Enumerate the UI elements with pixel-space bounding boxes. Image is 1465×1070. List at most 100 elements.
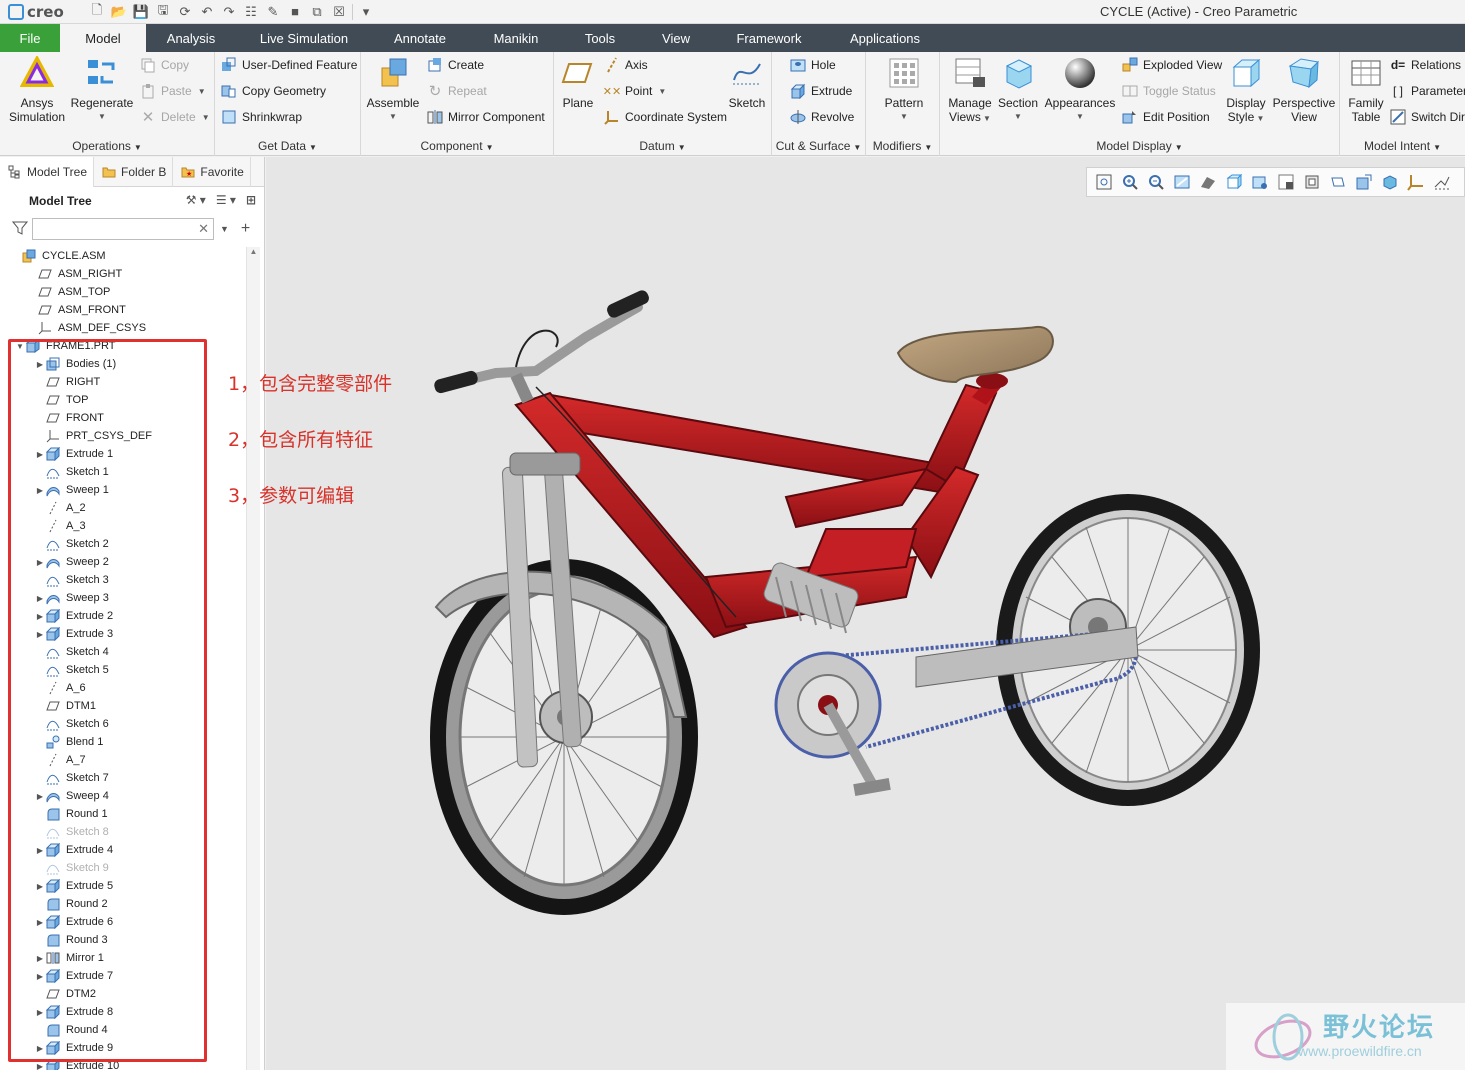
model-intent-group-label[interactable]: Model Intent ▼: [1340, 139, 1465, 153]
model-tree-toggle-icon[interactable]: ☷: [240, 2, 262, 22]
assemble-button[interactable]: Assemble ▼: [365, 56, 421, 124]
manage-views-label-views: Views: [949, 110, 981, 124]
search-dropdown-icon[interactable]: ▼: [220, 224, 229, 234]
delete-button[interactable]: ✕ Delete ▼: [140, 107, 210, 127]
tab-manikin[interactable]: Manikin: [468, 24, 564, 52]
component-group-label[interactable]: Component ▼: [361, 139, 553, 153]
tab-favorites[interactable]: ★ Favorite: [173, 156, 251, 187]
regenerate-dropdown-icon[interactable]: ▼: [98, 110, 106, 124]
cut-surface-group-label[interactable]: Cut & Surface ▼: [772, 139, 865, 153]
close-window-icon[interactable]: ☒: [328, 2, 350, 22]
show-options-icon[interactable]: ☰ ▾: [216, 193, 236, 207]
modifiers-group-label[interactable]: Modifiers ▼: [866, 139, 939, 153]
ansys-simulation-button[interactable]: Ansys Simulation: [6, 56, 68, 124]
edit-position-button[interactable]: Edit Position: [1122, 107, 1210, 127]
add-filter-icon[interactable]: +: [241, 220, 250, 238]
assemble-dropdown-icon[interactable]: ▼: [389, 110, 397, 124]
tree-node[interactable]: ASM_FRONT: [0, 301, 244, 319]
tab-folder-browser[interactable]: Folder B: [94, 156, 174, 187]
toggle-status-button[interactable]: Toggle Status: [1122, 81, 1216, 101]
graphics-area[interactable]: 1，包含完整零部件 2，包含所有特征 3，参数可编辑: [228, 157, 1465, 1070]
tab-live-simulation[interactable]: Live Simulation: [236, 24, 372, 52]
display-style-button[interactable]: Display Style ▼: [1222, 56, 1270, 126]
model-tree-search-input[interactable]: [33, 219, 193, 239]
switch-dimensions-button[interactable]: Switch Dir: [1390, 107, 1465, 127]
folder-icon: [102, 165, 116, 179]
pattern-dropdown-icon[interactable]: ▼: [900, 110, 908, 124]
open-folder-icon[interactable]: 📂: [108, 2, 130, 22]
appearances-dropdown-icon[interactable]: ▼: [1076, 110, 1084, 124]
copy-geometry-button[interactable]: Copy Geometry: [221, 81, 326, 101]
paste-button[interactable]: Paste ▼: [140, 81, 206, 101]
parameters-button[interactable]: [ ] Parameter: [1390, 81, 1465, 101]
tab-annotate[interactable]: Annotate: [372, 24, 468, 52]
get-data-group-label[interactable]: Get Data ▼: [215, 139, 360, 153]
perspective-view-button[interactable]: Perspective View: [1270, 56, 1338, 124]
bicycle-model[interactable]: [266, 157, 1465, 1070]
shrinkwrap-button[interactable]: Shrinkwrap: [221, 107, 302, 127]
save-icon[interactable]: 💾: [130, 2, 152, 22]
pattern-button[interactable]: Pattern ▼: [876, 56, 932, 124]
tab-applications[interactable]: Applications: [822, 24, 948, 52]
tab-tools[interactable]: Tools: [564, 24, 636, 52]
tab-analysis[interactable]: Analysis: [146, 24, 236, 52]
tab-file[interactable]: File: [0, 24, 60, 52]
pen-icon[interactable]: ✎: [262, 2, 284, 22]
point-button[interactable]: ✕✕ Point ▼: [603, 81, 667, 101]
regenerate-button[interactable]: Regenerate ▼: [70, 56, 134, 124]
tab-model[interactable]: Model: [60, 24, 146, 52]
tree-node[interactable]: ASM_RIGHT: [0, 265, 244, 283]
regenerate-small-icon[interactable]: ⟳: [174, 2, 196, 22]
manage-views-button[interactable]: Manage Views ▼: [944, 56, 996, 126]
save-as-icon[interactable]: 🖫: [152, 2, 174, 22]
appearances-button[interactable]: Appearances ▼: [1044, 56, 1116, 124]
tab-view[interactable]: View: [636, 24, 716, 52]
udf-button[interactable]: User-Defined Feature: [221, 55, 357, 75]
tree-node[interactable]: ASM_TOP: [0, 283, 244, 301]
exploded-view-button[interactable]: Exploded View: [1122, 55, 1222, 75]
clear-search-icon[interactable]: ✕: [198, 221, 209, 237]
repeat-button[interactable]: ↻ Repeat: [427, 81, 487, 101]
tab-model-tree[interactable]: Model Tree: [0, 156, 95, 187]
windows-icon[interactable]: ⧉: [306, 2, 328, 22]
tab-framework[interactable]: Framework: [716, 24, 822, 52]
delete-dropdown-icon[interactable]: ▼: [202, 113, 210, 122]
hole-button[interactable]: Hole: [790, 55, 836, 75]
new-file-icon[interactable]: 🗋: [86, 2, 108, 22]
mirror-component-button[interactable]: Mirror Component: [427, 107, 545, 127]
point-dropdown-icon[interactable]: ▼: [658, 87, 666, 96]
undo-icon[interactable]: ↶: [196, 2, 218, 22]
axis-button[interactable]: Axis: [604, 55, 648, 75]
favorites-tab-label: Favorite: [200, 164, 244, 179]
command-window-icon[interactable]: ■: [284, 2, 306, 22]
tree-columns-icon[interactable]: ⊞: [246, 193, 256, 207]
coordinate-system-button[interactable]: Coordinate System: [604, 107, 727, 127]
settings-tools-icon[interactable]: ⚒ ▾: [186, 193, 206, 207]
paste-dropdown-icon[interactable]: ▼: [198, 87, 206, 96]
customize-dropdown-icon[interactable]: ▾: [355, 2, 377, 22]
relations-button[interactable]: d= Relations: [1390, 55, 1461, 75]
create-component-button[interactable]: Create: [427, 55, 484, 75]
section-dropdown-icon[interactable]: ▼: [1014, 110, 1022, 124]
model-display-group-label[interactable]: Model Display ▼: [940, 139, 1339, 153]
revolve-button[interactable]: Revolve: [790, 107, 854, 127]
extrude-button[interactable]: Extrude: [790, 81, 852, 101]
toolbar-separator: [352, 3, 353, 20]
section-button[interactable]: Section ▼: [996, 56, 1040, 124]
plane-button[interactable]: Plane: [558, 56, 598, 110]
expand-arrow-icon[interactable]: ▶: [34, 1062, 46, 1070]
family-table-button[interactable]: Family Table: [1344, 56, 1388, 124]
redo-icon[interactable]: ↷: [218, 2, 240, 22]
copy-button[interactable]: Copy: [140, 55, 189, 75]
annotation-3: 3，参数可编辑: [228, 485, 355, 507]
datum-group-label[interactable]: Datum ▼: [554, 139, 771, 153]
model-display-label: Model Display: [1096, 139, 1172, 153]
filter-icon[interactable]: [11, 220, 29, 239]
exploded-view-label: Exploded View: [1143, 58, 1223, 72]
operations-group-label[interactable]: Operations ▼: [0, 139, 214, 153]
tree-node[interactable]: ASM_DEF_CSYS: [0, 319, 244, 337]
tree-node[interactable]: CYCLE.ASM: [0, 247, 244, 265]
mirror-component-icon: [427, 109, 443, 125]
sketch-button[interactable]: Sketch: [726, 56, 768, 110]
scroll-up-icon[interactable]: ▲: [247, 247, 260, 256]
